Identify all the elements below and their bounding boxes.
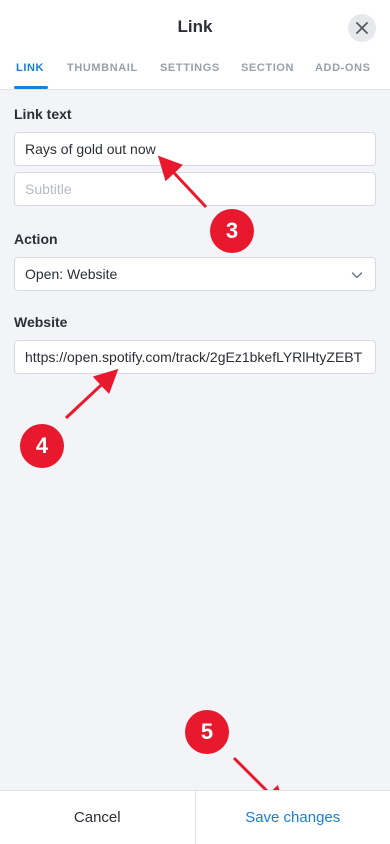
tab-thumbnail[interactable]: THUMBNAIL [67,62,138,74]
save-changes-button[interactable]: Save changes [196,791,390,844]
annotation-arrow-4 [64,368,119,420]
modal-header: Link LINK THUMBNAIL SETTINGS SECTION ADD… [0,0,390,90]
tab-add-ons[interactable]: ADD-ONS [315,62,371,74]
tab-section[interactable]: SECTION [241,62,294,74]
website-url-field[interactable]: https://open.spotify.com/track/2gEz1bkef… [14,340,376,374]
close-icon [356,22,368,34]
tab-bar: LINK THUMBNAIL SETTINGS SECTION ADD-ONS [0,62,390,90]
close-button[interactable] [348,14,376,42]
action-select-value: Open: Website [25,266,118,282]
annotation-badge-4: 4 [20,424,64,468]
link-text-label: Link text [14,106,72,122]
cancel-button[interactable]: Cancel [0,791,196,844]
tab-settings[interactable]: SETTINGS [160,62,220,74]
annotation-badge-3: 3 [210,209,254,253]
chevron-down-icon [351,272,363,279]
modal-title: Link [177,17,213,36]
modal-footer: Cancel Save changes [0,790,390,844]
link-text-field[interactable]: Rays of gold out now [14,132,376,166]
subtitle-field[interactable]: Subtitle [14,172,376,206]
tab-link[interactable]: LINK [16,62,44,74]
action-label: Action [14,231,58,247]
active-tab-indicator [14,86,48,89]
annotation-badge-5: 5 [185,710,229,754]
website-label: Website [14,314,68,330]
action-select[interactable]: Open: Website [14,257,376,291]
